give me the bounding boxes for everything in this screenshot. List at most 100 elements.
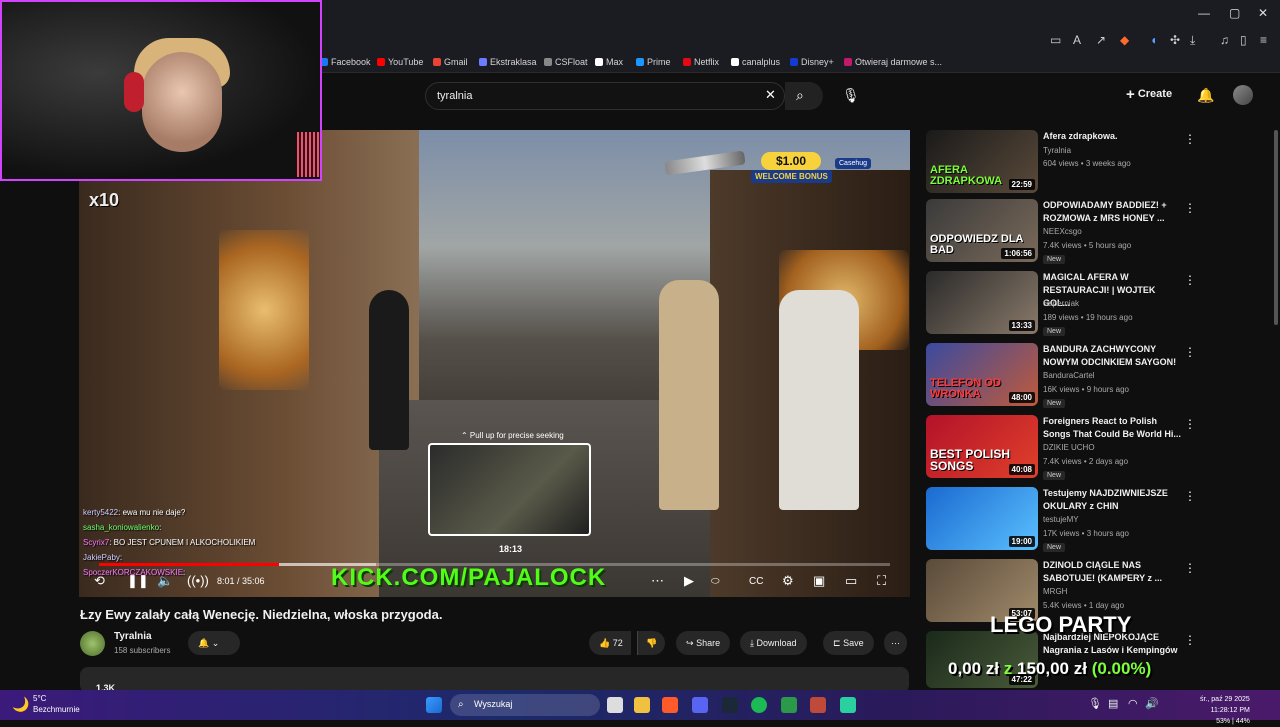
more-vert-icon[interactable]: ⋮ xyxy=(1184,561,1196,575)
like-button[interactable]: 👍 72 xyxy=(589,631,631,655)
bookmark-netflix[interactable]: Netflix xyxy=(683,57,719,67)
more-vert-icon[interactable]: ⋮ xyxy=(1184,132,1196,146)
recommendation-item[interactable]: ODPOWIEDZ DLA BAD 1:06:56 ODPOWIADAMY BAD… xyxy=(926,199,1196,264)
app-icon[interactable] xyxy=(840,697,856,713)
system-clock[interactable]: śr., paź 29 2025 11:28:12 PM 53% | 44% xyxy=(1200,694,1250,727)
bookmark-prime[interactable]: Prime xyxy=(636,57,671,67)
promo-banner[interactable]: $1.00 WELCOME BONUS Casehug xyxy=(664,150,895,190)
recommendation-channel[interactable]: Tyralnia xyxy=(1043,146,1071,155)
taskbar-search[interactable]: ⌕ Wyszukaj xyxy=(450,694,600,716)
more-actions-button[interactable]: ⋯ xyxy=(884,631,907,655)
recommendation-title[interactable]: BANDURA ZACHWYCONY NOWYM ODCINKIEM SAYGO… xyxy=(1043,343,1181,369)
microphone-icon[interactable]: 🎙 xyxy=(1088,697,1102,710)
close-window-icon[interactable]: ✕ xyxy=(1258,6,1268,20)
play-circle-icon[interactable]: ▶ xyxy=(684,573,694,589)
app-icon[interactable] xyxy=(781,697,797,713)
volume-icon[interactable]: 🔈 xyxy=(157,573,173,589)
subscribe-bell-button[interactable]: 🔔 ⌄ xyxy=(188,631,240,655)
file-explorer-icon[interactable] xyxy=(634,697,650,713)
translate-icon[interactable]: A xyxy=(1073,33,1081,47)
recommendation-item[interactable]: AFERA ZDRAPKOWA 22:59 Afera zdrapkowa. Ty… xyxy=(926,130,1196,194)
microphone-icon[interactable]: 🎙 xyxy=(842,87,860,104)
broadcast-icon[interactable]: ((•)) xyxy=(187,573,209,588)
recommendation-item[interactable]: TELEFON OD WRONKA 48:00 BANDURA ZACHWYCON… xyxy=(926,343,1196,408)
channel-name[interactable]: Tyralnia xyxy=(114,631,152,642)
brave-browser-icon[interactable] xyxy=(662,697,678,713)
bookmark-max[interactable]: Max xyxy=(595,57,623,67)
settings-gear-icon[interactable]: ⚙ xyxy=(782,573,794,589)
loop-icon[interactable]: ⟲ xyxy=(94,573,105,589)
recommendation-title[interactable]: Afera zdrapkowa. xyxy=(1043,130,1181,143)
account-avatar[interactable] xyxy=(1233,85,1253,105)
screen-icon[interactable]: ▭ xyxy=(1050,33,1061,47)
recommendation-item[interactable]: 13:33 MAGICAL AFERA W RESTAURACJI! | WOJ… xyxy=(926,271,1196,336)
search-button[interactable]: ⌕ xyxy=(785,82,823,110)
more-options-icon[interactable]: ⋯ xyxy=(651,573,664,589)
more-vert-icon[interactable]: ⋮ xyxy=(1184,201,1196,215)
dislike-button[interactable]: 👎 xyxy=(637,631,666,655)
clear-search-icon[interactable]: ✕ xyxy=(765,87,776,103)
video-thumbnail[interactable]: AFERA ZDRAPKOWA 22:59 xyxy=(926,130,1038,193)
recommendation-channel[interactable]: DZIKIE UCHO xyxy=(1043,443,1095,452)
maximize-icon[interactable]: ▢ xyxy=(1229,6,1240,20)
search-input[interactable]: tyralnia xyxy=(425,82,785,110)
recommendation-channel[interactable]: NEEXcsgo xyxy=(1043,227,1082,236)
video-thumbnail[interactable]: ODPOWIEDZ DLA BAD 1:06:56 xyxy=(926,199,1038,262)
fullscreen-icon[interactable]: ⛶ xyxy=(877,573,886,589)
recommendation-channel[interactable]: BanduraCartel xyxy=(1043,371,1095,380)
pause-icon[interactable]: ❚❚ xyxy=(127,573,149,589)
more-vert-icon[interactable]: ⋮ xyxy=(1184,417,1196,431)
miniplayer-icon[interactable]: ▣ xyxy=(813,573,825,589)
progress-bar[interactable] xyxy=(99,563,890,566)
brave-shield-icon[interactable]: ◆ xyxy=(1120,33,1129,47)
music-icon[interactable]: ♫ xyxy=(1220,33,1229,47)
weather-widget[interactable]: 5°C Bezchmurnie xyxy=(33,693,80,715)
bookmark-csfloat[interactable]: CSFloat xyxy=(544,57,588,67)
recommendation-channel[interactable]: MRGH xyxy=(1043,587,1067,596)
steam-icon[interactable] xyxy=(722,697,738,713)
create-button[interactable]: + Create xyxy=(1126,86,1172,103)
wifi-icon[interactable]: ◠ xyxy=(1128,697,1138,710)
more-vert-icon[interactable]: ⋮ xyxy=(1184,273,1196,287)
download-icon[interactable]: ⤓ xyxy=(1190,33,1195,48)
more-vert-icon[interactable]: ⋮ xyxy=(1184,633,1196,647)
app-icon[interactable] xyxy=(810,697,826,713)
network-icon[interactable]: ▤ xyxy=(1108,697,1118,710)
bookmark-youtube[interactable]: YouTube xyxy=(377,57,423,67)
notifications-bell-icon[interactable]: 🔔 xyxy=(1197,87,1214,104)
theater-mode-icon[interactable]: ▭ xyxy=(845,573,857,589)
share-button[interactable]: ↪ Share xyxy=(676,631,731,655)
more-vert-icon[interactable]: ⋮ xyxy=(1184,489,1196,503)
video-thumbnail[interactable]: 13:33 xyxy=(926,271,1038,334)
windows-start-icon[interactable] xyxy=(426,697,442,713)
captions-icon[interactable]: CC xyxy=(749,576,763,587)
page-scrollbar[interactable] xyxy=(1274,130,1278,325)
bookmark-canalplus[interactable]: canalplus xyxy=(731,57,780,67)
spotify-icon[interactable] xyxy=(751,697,767,713)
bookmark-facebook[interactable]: Facebook xyxy=(320,57,371,67)
recommendation-title[interactable]: DZINOLD CIĄGLE NAS SABOTUJE! (KAMPERY z … xyxy=(1043,559,1181,585)
bookmark-ekstraklasa[interactable]: Ekstraklasa xyxy=(479,57,537,67)
bookmark-disney[interactable]: Disney+ xyxy=(790,57,834,67)
speaker-icon[interactable]: 🔊 xyxy=(1145,697,1159,710)
video-thumbnail[interactable]: TELEFON OD WRONKA 48:00 xyxy=(926,343,1038,406)
task-view-icon[interactable] xyxy=(607,697,623,713)
bookmark-gmail[interactable]: Gmail xyxy=(433,57,468,67)
video-player[interactable]: x10 $1.00 WELCOME BONUS Casehug kerty542… xyxy=(79,130,910,597)
sidebar-icon[interactable]: ▯ xyxy=(1240,33,1247,47)
channel-avatar[interactable] xyxy=(80,631,105,656)
puzzle-icon[interactable]: ✣ xyxy=(1170,33,1180,47)
minimize-icon[interactable]: — xyxy=(1198,6,1210,20)
recommendation-channel[interactable]: Saperniak xyxy=(1043,299,1079,308)
bookmark-otwieraj[interactable]: Otwieraj darmowe s... xyxy=(844,57,942,67)
download-button[interactable]: ⤓ Download xyxy=(740,631,807,655)
discord-icon[interactable] xyxy=(692,697,708,713)
recommendation-channel[interactable]: testujeMY xyxy=(1043,515,1079,524)
video-thumbnail[interactable]: BEST POLISH SONGS 40:08 xyxy=(926,415,1038,478)
extension-icon[interactable]: ◖ xyxy=(1150,33,1157,47)
recommendation-title[interactable]: ODPOWIADAMY BADDIEZ! + ROZMOWA z MRS HON… xyxy=(1043,199,1181,225)
recommendation-title[interactable]: Testujemy NAJDZIWNIEJSZE OKULARY z CHIN xyxy=(1043,487,1181,513)
video-thumbnail[interactable]: 19:00 xyxy=(926,487,1038,550)
share-page-icon[interactable]: ↗ xyxy=(1096,33,1106,47)
autoplay-toggle[interactable]: ⬭ xyxy=(711,576,720,587)
